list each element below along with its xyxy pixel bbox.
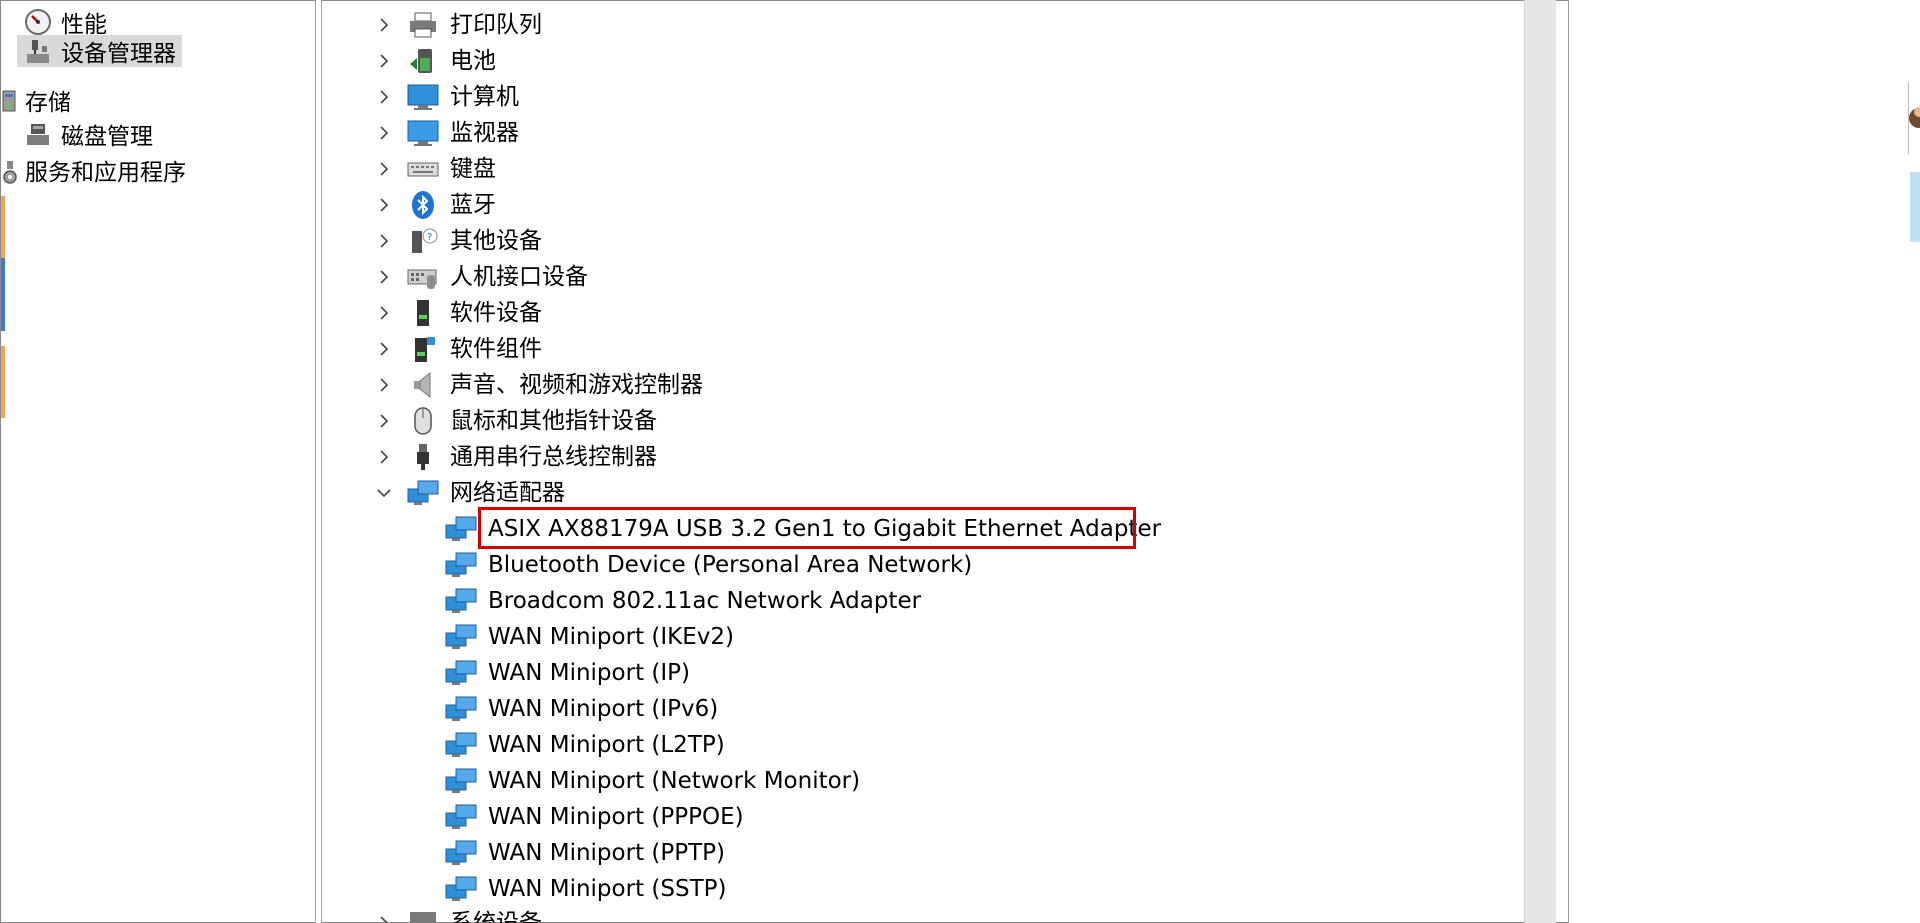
tree-category-label: 鼠标和其他指针设备 <box>450 408 657 434</box>
nav-item-services-apps[interactable]: 服务和应用程序 <box>1 154 186 186</box>
battery-icon <box>406 46 440 76</box>
usb-icon <box>406 442 440 472</box>
tree-category-label: 声音、视频和游戏控制器 <box>450 372 703 398</box>
network-adapter-icon <box>444 874 478 904</box>
mouse-icon <box>406 406 440 436</box>
network-adapter-label: WAN Miniport (IP) <box>488 660 690 686</box>
tree-category-label: 监视器 <box>450 120 519 146</box>
speaker-icon <box>406 370 440 400</box>
nav-item-label: 服务和应用程序 <box>25 160 186 186</box>
software-device-icon <box>406 298 440 328</box>
device-tree: 打印队列 电池 计算机 监视器 键盘 蓝牙 ? 其他设备 人机接口设备 软件设备… <box>324 0 1524 923</box>
chevron-right-icon[interactable] <box>376 89 392 105</box>
network-adapter-label: WAN Miniport (Network Monitor) <box>488 768 861 794</box>
disk-management-icon <box>23 119 53 149</box>
network-adapter-icon <box>444 730 478 760</box>
computer-management-tree: 性能 设备管理器 存储 磁盘管理 服务和应用程序 <box>1 1 316 921</box>
nav-item-device-manager[interactable]: 设备管理器 <box>17 35 182 67</box>
tree-category-label: 蓝牙 <box>450 192 496 218</box>
chevron-right-icon[interactable] <box>376 305 392 321</box>
nav-item-storage[interactable]: 存储 <box>1 84 71 116</box>
chevron-down-icon[interactable] <box>376 485 392 501</box>
network-adapter-icon <box>444 802 478 832</box>
bluetooth-icon <box>406 190 440 220</box>
actions-pane <box>1568 0 1920 923</box>
network-adapter-label: Broadcom 802.11ac Network Adapter <box>488 588 922 614</box>
network-adapter-icon <box>444 622 478 652</box>
performance-gauge-icon <box>23 7 53 37</box>
system-device-icon <box>406 908 440 923</box>
network-adapter-icon <box>444 514 478 544</box>
device-manager-icon <box>23 36 53 66</box>
chevron-right-icon[interactable] <box>376 915 392 923</box>
keyboard-icon <box>406 154 440 184</box>
monitor-icon <box>406 118 440 148</box>
edge-accent-orange <box>1 346 5 418</box>
tree-category-label: 其他设备 <box>450 228 542 254</box>
tree-category-label: 人机接口设备 <box>450 264 588 290</box>
storage-icon <box>1 85 19 115</box>
network-adapter-label: WAN Miniport (PPTP) <box>488 840 725 866</box>
nav-item-label: 磁盘管理 <box>61 124 153 150</box>
scrollbar-thumb[interactable] <box>1529 0 1553 923</box>
network-adapter-label: WAN Miniport (IKEv2) <box>488 624 734 650</box>
chevron-right-icon[interactable] <box>376 377 392 393</box>
network-adapter-label: WAN Miniport (IPv6) <box>488 696 719 722</box>
nav-item-disk-management[interactable]: 磁盘管理 <box>23 118 153 150</box>
edge-avatar-fragment <box>1908 82 1920 154</box>
tree-category-label: 键盘 <box>450 156 496 182</box>
network-adapter-icon <box>444 586 478 616</box>
nav-item-label: 存储 <box>25 90 71 116</box>
tree-category-label: 系统设备 <box>450 910 542 923</box>
network-adapter-label: WAN Miniport (L2TP) <box>488 732 725 758</box>
edge-accent-blue <box>1 258 5 331</box>
printer-icon <box>406 10 440 40</box>
chevron-right-icon[interactable] <box>376 161 392 177</box>
vertical-scrollbar[interactable] <box>1524 0 1556 923</box>
chevron-right-icon[interactable] <box>376 53 392 69</box>
highlight-annotation-box <box>478 507 1136 549</box>
tree-category-label: 电池 <box>450 48 496 74</box>
tree-category-label: 通用串行总线控制器 <box>450 444 657 470</box>
chevron-right-icon[interactable] <box>376 233 392 249</box>
network-adapter-icon <box>444 694 478 724</box>
tree-category-label: 软件组件 <box>450 336 542 362</box>
services-icon <box>1 155 19 185</box>
chevron-right-icon[interactable] <box>376 413 392 429</box>
unknown-device-icon: ? <box>406 226 440 256</box>
network-adapter-icon <box>406 478 440 508</box>
edge-panel-fragment <box>1910 172 1920 242</box>
network-adapter-label: Bluetooth Device (Personal Area Network) <box>488 552 973 578</box>
tree-category-label: 软件设备 <box>450 300 542 326</box>
chevron-right-icon[interactable] <box>376 17 392 33</box>
tree-category-label: 打印队列 <box>450 12 542 38</box>
network-adapter-icon <box>444 550 478 580</box>
chevron-right-icon[interactable] <box>376 341 392 357</box>
network-adapter-icon <box>444 658 478 688</box>
chevron-right-icon[interactable] <box>376 197 392 213</box>
nav-item-label: 设备管理器 <box>61 41 176 67</box>
edge-accent-orange <box>1 196 5 258</box>
network-adapter-label: WAN Miniport (PPPOE) <box>488 804 744 830</box>
network-adapter-label: WAN Miniport (SSTP) <box>488 876 727 902</box>
chevron-right-icon[interactable] <box>376 449 392 465</box>
software-component-icon <box>406 334 440 364</box>
pane-splitter[interactable] <box>316 0 322 923</box>
tree-category-label: 计算机 <box>450 84 519 110</box>
svg-text:?: ? <box>427 232 432 243</box>
computer-icon <box>406 82 440 112</box>
chevron-right-icon[interactable] <box>376 269 392 285</box>
hid-icon <box>406 262 440 292</box>
network-adapter-icon <box>444 838 478 868</box>
chevron-right-icon[interactable] <box>376 125 392 141</box>
network-adapter-icon <box>444 766 478 796</box>
tree-category-label: 网络适配器 <box>450 480 565 506</box>
